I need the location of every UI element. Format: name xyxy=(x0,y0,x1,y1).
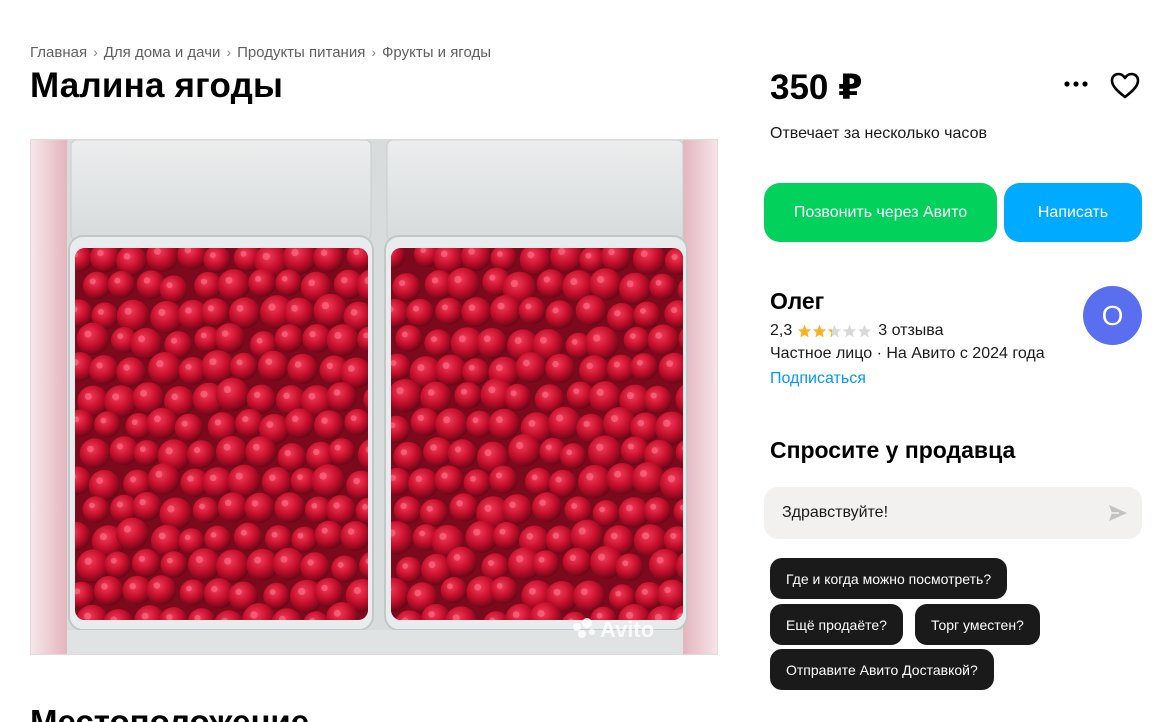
breadcrumb-home-garden[interactable]: Для дома и дачи xyxy=(104,44,221,61)
quick-question-bargain[interactable]: Торг уместен? xyxy=(915,604,1040,645)
breadcrumb-home[interactable]: Главная xyxy=(30,44,87,61)
breadcrumb-food[interactable]: Продукты питания xyxy=(237,44,365,61)
star-icon xyxy=(828,324,842,337)
star-icon xyxy=(858,324,872,337)
seller-info: Частное лицо · На Авито с 2024 года xyxy=(770,345,1045,362)
subscribe-link[interactable]: Подписаться xyxy=(770,370,866,388)
breadcrumb: Главная › Для дома и дачи › Продукты пит… xyxy=(30,42,491,62)
breadcrumb-fruits-berries[interactable]: Фрукты и ягоды xyxy=(382,44,491,61)
seller-reply-time: Отвечает за несколько часов xyxy=(770,125,987,142)
seller-name[interactable]: Олег xyxy=(770,288,824,315)
quick-question-delivery[interactable]: Отправите Авито Доставкой? xyxy=(770,649,994,690)
quick-question-still-selling[interactable]: Ещё продаёте? xyxy=(770,604,903,645)
write-message-button[interactable]: Написать xyxy=(1004,183,1142,242)
more-dots-icon xyxy=(1064,81,1088,87)
breadcrumb-separator: › xyxy=(226,44,232,60)
listing-title: Малина ягоды xyxy=(30,66,284,105)
svg-text:Avito: Avito xyxy=(600,617,654,642)
heart-icon xyxy=(1110,72,1140,98)
send-icon[interactable] xyxy=(1106,501,1130,525)
favorite-button[interactable] xyxy=(1108,68,1142,102)
breadcrumb-separator: › xyxy=(371,44,377,60)
location-heading: Местоположение xyxy=(30,703,310,722)
message-box xyxy=(764,487,1142,539)
seller-rating: 2,3 3 отзыва xyxy=(770,321,944,341)
seller-avatar[interactable]: О xyxy=(1083,286,1142,345)
star-icon xyxy=(798,324,812,337)
rating-value: 2,3 xyxy=(770,322,793,339)
listing-photo[interactable]: Avito xyxy=(30,139,718,655)
message-input[interactable] xyxy=(782,487,1102,539)
star-icon xyxy=(843,324,857,337)
ask-seller-heading: Спросите у продавца xyxy=(770,437,1016,463)
call-via-avito-button[interactable]: Позвонить через Авито xyxy=(764,183,997,242)
quick-question-where-when[interactable]: Где и когда можно посмотреть? xyxy=(770,558,1008,599)
reviews-link[interactable]: 3 отзыва xyxy=(878,322,943,340)
price: 350 ₽ xyxy=(770,68,863,107)
raspberry-photo-image: Avito xyxy=(31,140,717,654)
star-icon xyxy=(813,324,827,337)
more-options-button[interactable] xyxy=(1060,70,1092,98)
rating-stars xyxy=(797,324,872,339)
breadcrumb-separator: › xyxy=(93,44,98,60)
